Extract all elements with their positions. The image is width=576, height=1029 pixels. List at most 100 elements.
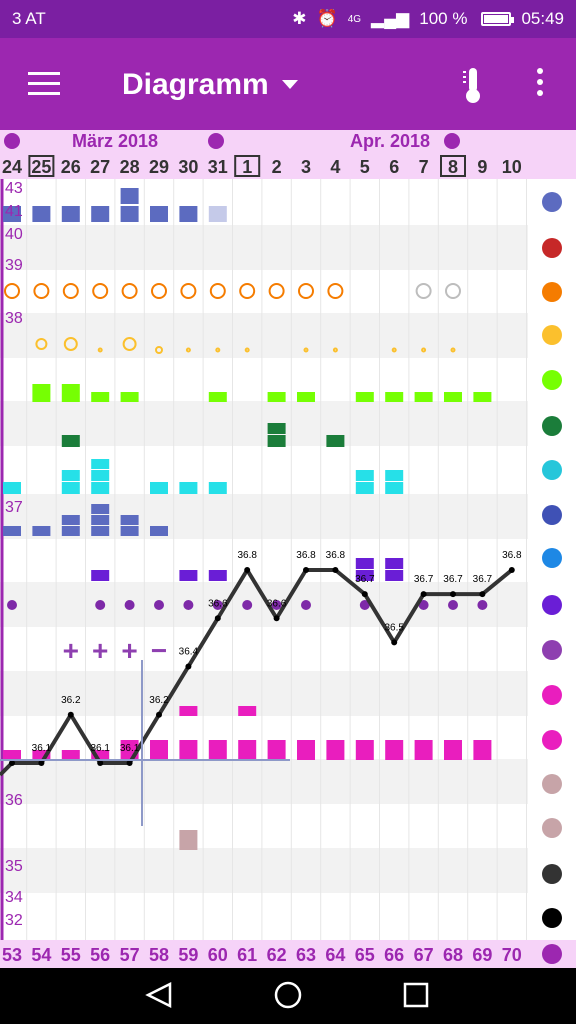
- cycle-day-label: 59: [178, 945, 198, 965]
- time-label: 05:49: [521, 9, 564, 28]
- recents-icon[interactable]: [403, 982, 429, 1008]
- cycle-day-label: 56: [90, 945, 110, 965]
- bleeding-mark: [267, 740, 286, 760]
- home-icon[interactable]: [274, 981, 302, 1009]
- headache-icon: [542, 416, 562, 436]
- date-label: 30: [178, 157, 198, 177]
- mucus-mark: [415, 283, 432, 299]
- row-stripe: [0, 225, 528, 270]
- bleeding-mark: [414, 740, 433, 760]
- breast-mark: [91, 470, 110, 481]
- symptom-mark: [120, 515, 139, 525]
- symptom-mark: [179, 206, 198, 222]
- more-vert-icon[interactable]: [534, 68, 546, 102]
- temperature-label: 36.2: [149, 695, 169, 706]
- bag-icon: [542, 730, 562, 750]
- mucus-mark: [209, 283, 226, 299]
- balloon-icon: [542, 818, 562, 838]
- bleeding-mark: [473, 740, 492, 760]
- pain-mark: [267, 435, 286, 447]
- row-stripe: [0, 671, 528, 716]
- temperature-label: 36.7: [414, 574, 434, 585]
- temperature-point: [479, 591, 486, 598]
- water-drop-icon: [542, 548, 562, 568]
- date-band: [0, 152, 576, 179]
- temperature-point: [450, 591, 456, 598]
- temperature-label: 36.4: [179, 647, 199, 658]
- temperature-label: 36.8: [502, 550, 522, 561]
- breast-mark: [61, 470, 80, 481]
- bleeding-mark: [61, 750, 80, 760]
- hamburger-menu-icon[interactable]: [28, 72, 60, 96]
- mucus-mark: [239, 283, 256, 299]
- cycle-day-label: 60: [208, 945, 228, 965]
- thermometer-icon[interactable]: [460, 66, 486, 104]
- bluetooth-icon: ✱: [292, 9, 307, 28]
- pain-mark: [61, 435, 80, 447]
- mucus-mark: [4, 283, 20, 299]
- bleeding-mark: [208, 740, 227, 760]
- mucus-mark: [445, 283, 461, 299]
- left-axis-label: 40: [5, 226, 23, 243]
- spotting-mark: [301, 600, 311, 610]
- breast-mark: [3, 482, 21, 494]
- bleeding-mark: [179, 740, 198, 760]
- breast-mark: [91, 482, 110, 494]
- spotting-mark: [95, 600, 106, 610]
- cycle-chart[interactable]: 36.1 36.2 36.1 36.1 36.2 36.4 36.6 36.8 36.6 36.8…: [0, 130, 576, 968]
- back-icon[interactable]: [145, 981, 172, 1009]
- heart-icon: [542, 370, 562, 390]
- breast-mark: [61, 482, 80, 494]
- temperature-point: [391, 639, 398, 646]
- cycle-day-label: 61: [237, 945, 257, 965]
- bleeding-mark: [385, 740, 404, 760]
- mood-mark: [297, 392, 315, 402]
- page-title[interactable]: Diagramm: [122, 68, 269, 102]
- event-mark: [208, 570, 227, 581]
- row-stripe: [0, 759, 528, 804]
- moon-phase-icon: [444, 133, 460, 149]
- cycle-day-label: 67: [414, 945, 434, 965]
- left-axis-label: 34: [5, 889, 23, 906]
- mucus-mark: [327, 283, 344, 299]
- bleeding-mark: [3, 750, 21, 760]
- temperature-point: [273, 615, 280, 622]
- cycle-day-label: 69: [472, 945, 492, 965]
- left-axis-label: 38: [5, 310, 23, 327]
- left-axis-label: 35: [5, 858, 23, 875]
- temperature-label: 36.1: [32, 743, 52, 754]
- cycle-day-label: 63: [296, 945, 316, 965]
- cycle-icon: [542, 944, 562, 964]
- date-label: 7: [419, 157, 429, 177]
- temperature-point: [332, 567, 339, 573]
- battery-icon: [481, 12, 515, 26]
- cycle-day-label: 68: [443, 945, 463, 965]
- symptom-mark: [91, 206, 110, 222]
- symptom-mark: [32, 526, 51, 536]
- cervix-icon: [542, 325, 562, 345]
- date-label: 29: [149, 157, 169, 177]
- cycle-day-label: 70: [502, 945, 522, 965]
- settings-icon: [542, 864, 562, 884]
- symptom-mark: [120, 206, 139, 222]
- spotting-mark: [448, 600, 458, 610]
- symptom-mark: [61, 515, 80, 525]
- date-label: 3: [301, 157, 311, 177]
- mucus-mark: [33, 283, 50, 299]
- mood-mark: [444, 392, 462, 402]
- left-axis-label: 41: [5, 203, 23, 220]
- mood-mark: [61, 384, 80, 392]
- temperature-label: 36.2: [61, 695, 81, 706]
- temperature-label: 36.5: [384, 622, 404, 633]
- temperature-label: 36.7: [443, 574, 463, 585]
- mood-mark: [61, 392, 80, 402]
- mucus-mark: [268, 283, 285, 299]
- temperature-point: [185, 663, 192, 670]
- breast-icon: [542, 460, 562, 480]
- symptom-mark: [61, 206, 80, 222]
- caret-down-icon[interactable]: [282, 80, 298, 89]
- cycle-day-label: 54: [31, 945, 51, 965]
- date-label: 10: [502, 157, 522, 177]
- moon-phase-icon: [208, 133, 224, 149]
- date-label: 26: [61, 157, 81, 177]
